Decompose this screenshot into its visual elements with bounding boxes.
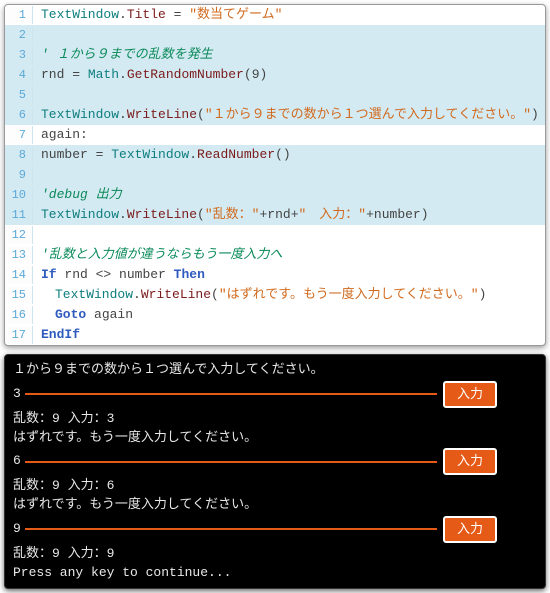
input-annotation-line [25, 528, 437, 530]
line-number: 3 [5, 46, 33, 64]
line-number: 4 [5, 66, 33, 84]
console-line: 乱数：9 入力：6 [13, 477, 537, 496]
line-number: 1 [5, 6, 33, 24]
code-content: 'debug 出力 [33, 185, 545, 205]
input-annotation-line [25, 393, 437, 395]
console-input-row: 3 入力 [13, 381, 537, 408]
console-output-panel: １から９までの数から１つ選んで入力してください。3入力乱数：9 入力：3はずれで… [4, 354, 546, 589]
line-number: 10 [5, 186, 33, 204]
input-annotation-badge: 入力 [443, 516, 497, 543]
code-content: TextWindow.WriteLine("はずれです。もう一度入力してください… [33, 285, 545, 305]
console-input-row: 9 入力 [13, 516, 537, 543]
code-content: TextWindow.WriteLine("乱数："+rnd+" 入力："+nu… [33, 205, 545, 225]
code-line: 10'debug 出力 [5, 185, 545, 205]
code-content: again: [33, 125, 545, 145]
input-annotation-line [25, 461, 437, 463]
line-number: 6 [5, 106, 33, 124]
console-line: 乱数：9 入力：3 [13, 410, 537, 429]
line-number: 11 [5, 206, 33, 224]
code-line: 11TextWindow.WriteLine("乱数："+rnd+" 入力："+… [5, 205, 545, 225]
line-number: 15 [5, 286, 33, 304]
console-input-value: 3 [13, 385, 21, 404]
console-line: Press any key to continue... [13, 564, 537, 583]
code-line: 12 [5, 225, 545, 245]
code-content: rnd = Math.GetRandomNumber(9) [33, 65, 545, 85]
code-line: 6TextWindow.WriteLine("１から９までの数から１つ選んで入力… [5, 105, 545, 125]
console-line: 乱数：9 入力：9 [13, 545, 537, 564]
line-number: 9 [5, 166, 33, 184]
code-content: number = TextWindow.ReadNumber() [33, 145, 545, 165]
console-line: はずれです。もう一度入力してください。 [13, 429, 537, 448]
code-line: 2 [5, 25, 545, 45]
code-content: ' １から９までの乱数を発生 [33, 45, 545, 65]
code-content: TextWindow.WriteLine("１から９までの数から１つ選んで入力し… [33, 105, 545, 125]
code-line: 14If rnd <> number Then [5, 265, 545, 285]
line-number: 7 [5, 126, 33, 144]
input-annotation-badge: 入力 [443, 448, 497, 475]
line-number: 8 [5, 146, 33, 164]
code-content: '乱数と入力値が違うならもう一度入力へ [33, 245, 545, 265]
console-line: はずれです。もう一度入力してください。 [13, 496, 537, 515]
line-number: 17 [5, 326, 33, 344]
line-number: 13 [5, 246, 33, 264]
code-line: 1TextWindow.Title = "数当てゲーム" [5, 5, 545, 25]
line-number: 16 [5, 306, 33, 324]
input-annotation-badge: 入力 [443, 381, 497, 408]
line-number: 12 [5, 226, 33, 244]
console-input-row: 6 入力 [13, 448, 537, 475]
code-line: 4rnd = Math.GetRandomNumber(9) [5, 65, 545, 85]
code-content: Goto again [33, 305, 545, 325]
code-line: 5 [5, 85, 545, 105]
code-content: EndIf [33, 325, 545, 345]
code-content: If rnd <> number Then [33, 265, 545, 285]
code-line: 17EndIf [5, 325, 545, 345]
code-line: 9 [5, 165, 545, 185]
code-line: 13'乱数と入力値が違うならもう一度入力へ [5, 245, 545, 265]
code-line: 15TextWindow.WriteLine("はずれです。もう一度入力してくだ… [5, 285, 545, 305]
console-input-value: 9 [13, 520, 21, 539]
code-line: 8number = TextWindow.ReadNumber() [5, 145, 545, 165]
code-line: 7again: [5, 125, 545, 145]
code-line: 16Goto again [5, 305, 545, 325]
line-number: 2 [5, 26, 33, 44]
line-number: 5 [5, 86, 33, 104]
console-line: １から９までの数から１つ選んで入力してください。 [13, 361, 537, 380]
line-number: 14 [5, 266, 33, 284]
code-editor-panel: 1TextWindow.Title = "数当てゲーム"23' １から９までの乱… [4, 4, 546, 346]
code-content: TextWindow.Title = "数当てゲーム" [33, 5, 545, 25]
console-input-value: 6 [13, 452, 21, 471]
code-line: 3' １から９までの乱数を発生 [5, 45, 545, 65]
